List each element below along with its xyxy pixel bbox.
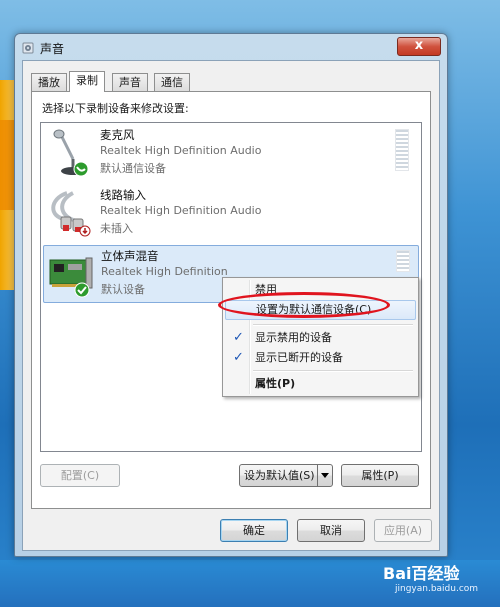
- check-icon: ✓: [233, 350, 244, 365]
- device-state: 默认设备: [101, 283, 145, 296]
- instruction-text: 选择以下录制设备来修改设置:: [42, 102, 189, 115]
- menu-separator: [253, 370, 413, 372]
- level-meter: [396, 250, 410, 272]
- menu-item-properties[interactable]: 属性(P): [225, 374, 414, 394]
- title-bar[interactable]: 声音 x: [15, 34, 447, 60]
- window-title: 声音: [40, 42, 65, 56]
- cancel-button[interactable]: 取消: [297, 519, 365, 542]
- menu-item-label: 显示已断开的设备: [255, 351, 343, 364]
- close-button[interactable]: x: [397, 37, 441, 56]
- device-state: 默认通信设备: [100, 162, 166, 175]
- watermark-logo: Bai百经验: [383, 564, 460, 583]
- set-default-label: 设为默认值(S): [244, 469, 315, 482]
- device-driver: Realtek High Definition: [101, 265, 228, 278]
- device-driver: Realtek High Definition Audio: [100, 144, 262, 157]
- device-state: 未插入: [100, 222, 133, 235]
- chevron-down-icon[interactable]: [317, 465, 332, 486]
- level-meter: [395, 129, 409, 171]
- tab-playback[interactable]: 播放: [31, 73, 67, 91]
- device-name: 麦克风: [100, 128, 135, 142]
- desktop-edge-orange-dark: [0, 120, 14, 210]
- apply-button[interactable]: 应用(A): [374, 519, 432, 542]
- ok-button[interactable]: 确定: [220, 519, 288, 542]
- tab-communications[interactable]: 通信: [154, 73, 190, 91]
- check-icon: ✓: [233, 330, 244, 345]
- phone-badge-icon: [73, 161, 89, 177]
- configure-button[interactable]: 配置(C): [40, 464, 120, 487]
- check-badge-icon: [74, 282, 90, 298]
- watermark-site: jingyan.baidu.com: [395, 584, 479, 594]
- device-driver: Realtek High Definition Audio: [100, 204, 262, 217]
- menu-item-label: 属性(P): [255, 377, 296, 390]
- sound-card-icon: [49, 257, 93, 298]
- menu-item-show-disconnected[interactable]: ✓ 显示已断开的设备: [225, 348, 414, 368]
- speaker-icon: [22, 42, 34, 54]
- device-name: 线路输入: [100, 188, 146, 202]
- microphone-icon: [53, 129, 89, 177]
- properties-button[interactable]: 属性(P): [341, 464, 419, 487]
- menu-item-label: 显示禁用的设备: [255, 331, 332, 344]
- highlight-oval: [218, 292, 390, 318]
- set-default-button[interactable]: 设为默认值(S): [239, 464, 333, 487]
- menu-separator: [253, 324, 413, 326]
- menu-item-show-disabled[interactable]: ✓ 显示禁用的设备: [225, 328, 414, 348]
- tab-sounds[interactable]: 声音: [112, 73, 148, 91]
- list-item[interactable]: 麦克风 Realtek High Definition Audio 默认通信设备: [43, 125, 417, 181]
- device-name: 立体声混音: [101, 249, 159, 263]
- tab-recording[interactable]: 录制: [69, 71, 105, 92]
- line-in-cable-icon: [51, 191, 91, 237]
- list-item[interactable]: 线路输入 Realtek High Definition Audio 未插入: [43, 185, 417, 241]
